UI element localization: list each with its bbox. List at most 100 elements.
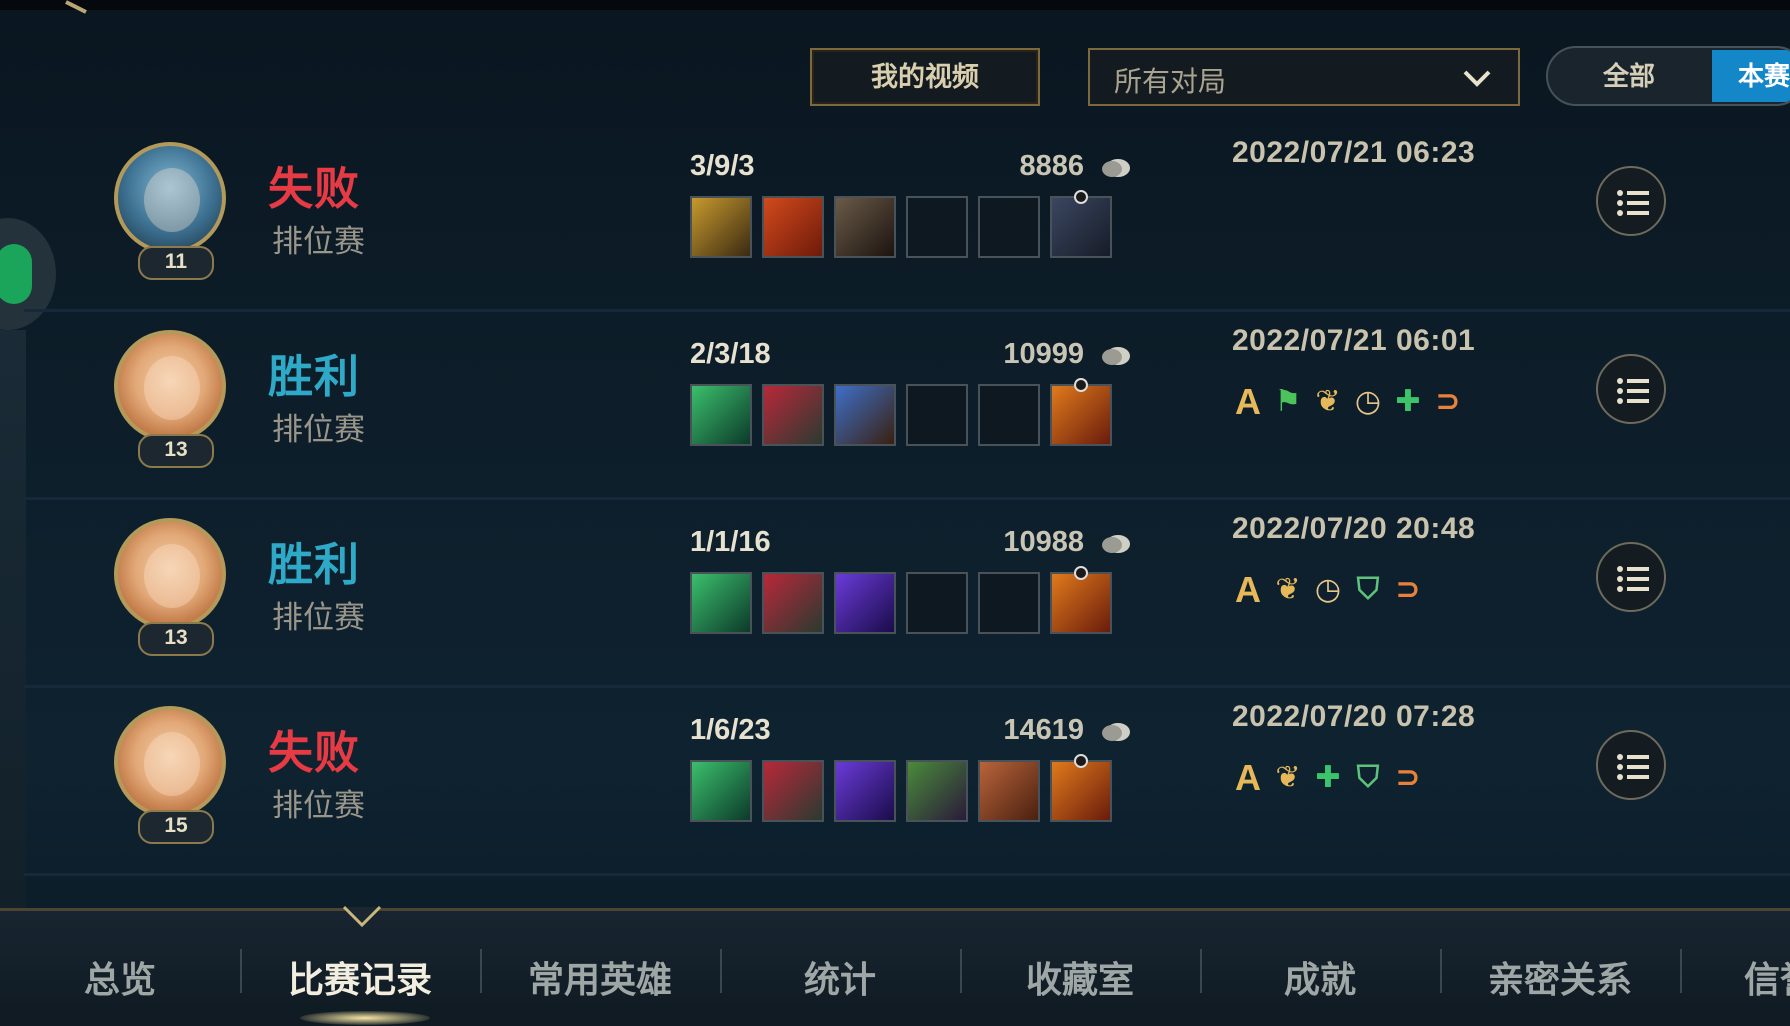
match-result: 失败 (268, 726, 361, 779)
match-result: 失败 (268, 162, 361, 215)
nav-divider (960, 949, 962, 993)
match-details-button[interactable] (1596, 354, 1666, 424)
season-toggle[interactable]: 全部 本赛 (1546, 46, 1790, 106)
empty-item-slot (906, 196, 968, 258)
item-slot[interactable] (834, 196, 896, 258)
nav-tab[interactable]: 总览 (20, 951, 220, 1001)
item-slot[interactable] (690, 196, 752, 258)
row-divider (24, 873, 1790, 876)
nav-tab[interactable]: 比赛记录 (260, 951, 460, 1001)
top-edge-strip (0, 0, 1790, 10)
nav-tab[interactable]: 统计 (740, 951, 940, 1001)
gold-earned: 10988 (1003, 526, 1084, 558)
toggle-season-option[interactable]: 本赛 (1712, 50, 1790, 102)
list-icon (1617, 378, 1649, 404)
item-slot[interactable] (1050, 566, 1112, 634)
item-slot[interactable] (762, 572, 824, 634)
kda-score: 1/6/23 (690, 714, 771, 746)
badge-vine-icon: ❦ (1275, 760, 1301, 795)
match-date: 2022/07/20 20:48 (1232, 512, 1476, 545)
champion-level-badge: 13 (138, 434, 214, 468)
row-divider (24, 685, 1790, 688)
row-divider (24, 497, 1790, 500)
nav-divider (240, 949, 242, 993)
match-row[interactable]: 13 胜利 排位赛 1/1/16 10988 2022/07/20 20:48 A ❦ ◷ ⛉ ⊃ (24, 504, 1790, 688)
match-details-button[interactable] (1596, 730, 1666, 800)
badge-clock-icon: ◷ (1314, 572, 1342, 607)
item-slot[interactable] (762, 384, 824, 446)
nav-tab[interactable]: 信誉 (1680, 951, 1790, 1001)
empty-item-slot (906, 384, 968, 446)
badge-link-icon: ⊃ (1435, 384, 1461, 419)
item-slot[interactable] (834, 760, 896, 822)
left-edge-panel (0, 330, 26, 910)
active-tab-pointer-icon (342, 905, 382, 928)
nav-tab[interactable]: 亲密关系 (1460, 951, 1660, 1001)
kda-score: 2/3/18 (690, 338, 771, 370)
badge-vine-icon: ❦ (1315, 384, 1341, 419)
list-icon (1617, 566, 1649, 592)
match-date: 2022/07/20 07:28 (1232, 700, 1476, 733)
item-slot[interactable] (834, 572, 896, 634)
empty-item-slot (906, 572, 968, 634)
badge-link-icon: ⊃ (1395, 572, 1421, 607)
nav-tab[interactable]: 常用英雄 (500, 951, 700, 1001)
nav-tab[interactable]: 成就 (1220, 951, 1420, 1001)
item-slot[interactable] (762, 760, 824, 822)
badge-flag-icon: ⚑ (1274, 384, 1302, 419)
back-arrow-icon[interactable] (64, 0, 90, 14)
champion-avatar (114, 330, 226, 442)
list-icon (1617, 754, 1649, 780)
badge-shield-icon: ⛉ (1356, 572, 1380, 607)
item-slot[interactable] (906, 760, 968, 822)
item-slot[interactable] (690, 572, 752, 634)
kda-score: 3/9/3 (690, 150, 755, 182)
gold-coin-icon (1102, 723, 1130, 741)
game-mode: 排位赛 (272, 600, 365, 636)
item-slot[interactable] (762, 196, 824, 258)
match-details-button[interactable] (1596, 166, 1666, 236)
gold-coin-icon (1102, 159, 1130, 177)
badge-vine-icon: ❦ (1275, 572, 1301, 607)
toggle-all-option[interactable]: 全部 (1548, 48, 1710, 104)
nav-tab[interactable]: 收藏室 (980, 951, 1180, 1001)
match-type-dropdown[interactable]: 所有对局 (1088, 48, 1520, 106)
item-slot[interactable] (1050, 378, 1112, 446)
gold-coin-icon (1102, 347, 1130, 365)
badge-heal-icon: ✚ (1395, 384, 1421, 419)
champion-avatar (114, 518, 226, 630)
match-row[interactable]: 11 失败 排位赛 3/9/3 8886 2022/07/21 06:23 (24, 128, 1790, 312)
nav-divider (1440, 949, 1442, 993)
item-slot[interactable] (1050, 754, 1112, 822)
badge-shield-icon: ⛉ (1356, 760, 1380, 795)
empty-item-slot (978, 384, 1040, 446)
item-slot[interactable] (978, 760, 1040, 822)
match-details-button[interactable] (1596, 542, 1666, 612)
row-divider (24, 309, 1790, 312)
game-mode: 排位赛 (272, 788, 365, 824)
match-result: 胜利 (268, 350, 361, 403)
champion-level-badge: 15 (138, 810, 214, 844)
match-result: 胜利 (268, 538, 361, 591)
kda-score: 1/1/16 (690, 526, 771, 558)
item-slot[interactable] (690, 384, 752, 446)
gold-earned: 10999 (1003, 338, 1084, 370)
champion-level-badge: 11 (138, 246, 214, 280)
bottom-nav: 总览比赛记录常用英雄统计收藏室成就亲密关系信誉 (0, 905, 1790, 1026)
gold-coin-icon (1102, 535, 1130, 553)
item-slot[interactable] (1050, 190, 1112, 258)
match-row[interactable]: 15 失败 排位赛 1/6/23 14619 2022/07/20 07:28 A ❦ ✚ ⛉ ⊃ (24, 692, 1790, 876)
item-slot[interactable] (690, 760, 752, 822)
champion-avatar (114, 142, 226, 254)
badge-A-icon: A (1235, 569, 1261, 610)
chevron-down-icon (1463, 70, 1491, 87)
item-slot[interactable] (834, 384, 896, 446)
gold-earned: 8886 (1019, 150, 1084, 182)
badge-clock-icon: ◷ (1354, 384, 1382, 419)
my-videos-button[interactable]: 我的视频 (810, 48, 1040, 106)
badge-A-icon: A (1235, 381, 1261, 422)
match-date: 2022/07/21 06:01 (1232, 324, 1476, 357)
badge-A-icon: A (1235, 757, 1261, 798)
match-row[interactable]: 13 胜利 排位赛 2/3/18 10999 2022/07/21 06:01 A ⚑ ❦ ◷ ✚ ⊃ (24, 316, 1790, 500)
badge-link-icon: ⊃ (1395, 760, 1421, 795)
